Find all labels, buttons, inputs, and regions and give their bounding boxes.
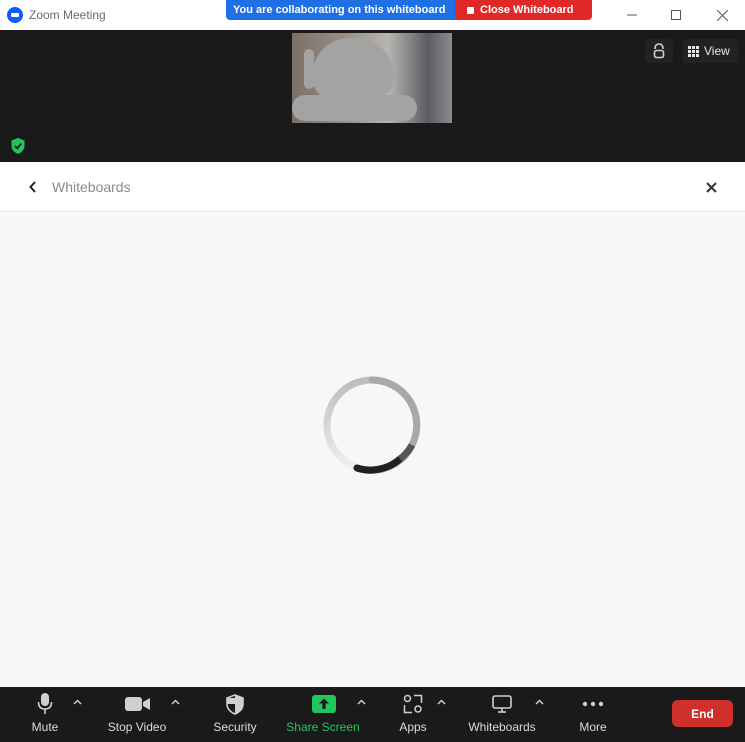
chevron-up-icon xyxy=(170,699,180,705)
meeting-toolbar: Mute Stop Video Security Share Screen Ap… xyxy=(0,687,745,742)
stop-video-label: Stop Video xyxy=(107,720,167,734)
redaction-shape xyxy=(292,95,417,121)
whiteboards-button[interactable]: Whiteboards xyxy=(464,687,540,742)
apps-options-button[interactable] xyxy=(435,697,447,707)
zoom-logo-icon xyxy=(7,7,23,23)
video-options-button[interactable] xyxy=(169,697,181,707)
close-whiteboard-label: Close Whiteboard xyxy=(480,4,574,16)
video-camera-icon xyxy=(125,697,150,711)
apps-icon xyxy=(403,694,423,714)
share-screen-label: Share Screen xyxy=(286,720,360,734)
whiteboards-options-button[interactable] xyxy=(533,697,545,707)
whiteboards-title: Whiteboards xyxy=(52,179,131,195)
apps-button[interactable]: Apps xyxy=(392,687,434,742)
mute-options-button[interactable] xyxy=(71,697,83,707)
window-title: Zoom Meeting xyxy=(29,8,106,22)
microphone-icon xyxy=(37,693,53,714)
encryption-shield-icon[interactable] xyxy=(10,137,26,160)
window-close-button[interactable] xyxy=(699,0,745,30)
chevron-up-icon xyxy=(356,699,366,705)
security-label: Security xyxy=(213,720,257,734)
chevron-up-icon xyxy=(534,699,544,705)
grid-icon xyxy=(688,45,699,57)
whiteboard-icon xyxy=(492,695,512,713)
chevron-left-icon xyxy=(29,181,36,193)
whiteboards-label: Whiteboards xyxy=(468,720,536,734)
window-titlebar: Zoom Meeting You are collaborating on th… xyxy=(0,0,745,30)
stop-icon xyxy=(467,6,474,14)
shield-icon xyxy=(226,693,244,715)
share-options-button[interactable] xyxy=(355,697,367,707)
participant-video-thumbnail[interactable] xyxy=(292,33,452,123)
share-screen-icon xyxy=(311,695,336,713)
mute-button[interactable]: Mute xyxy=(22,687,68,742)
whiteboards-content xyxy=(0,212,745,687)
whiteboards-close-button[interactable] xyxy=(702,178,720,196)
minimize-button[interactable] xyxy=(609,0,655,30)
close-icon xyxy=(705,181,717,193)
end-meeting-button[interactable]: End xyxy=(672,700,733,727)
stop-video-button[interactable]: Stop Video xyxy=(104,687,170,742)
share-screen-button[interactable]: Share Screen xyxy=(284,687,364,742)
loading-spinner-icon xyxy=(323,376,421,474)
close-whiteboard-button[interactable]: Close Whiteboard xyxy=(455,0,592,20)
apps-label: Apps xyxy=(399,720,427,734)
view-button[interactable]: View xyxy=(682,39,738,63)
chevron-up-icon xyxy=(72,699,82,705)
immersive-icon xyxy=(653,43,665,59)
view-label: View xyxy=(704,44,730,58)
chevron-up-icon xyxy=(436,699,446,705)
back-button[interactable] xyxy=(24,178,42,196)
security-button[interactable]: Security xyxy=(208,687,262,742)
close-icon xyxy=(716,9,728,21)
video-strip: View xyxy=(0,30,745,162)
redaction-shape xyxy=(312,38,394,102)
collaboration-banner: You are collaborating on this whiteboard… xyxy=(226,0,592,20)
minimize-icon xyxy=(627,14,637,16)
more-label: More xyxy=(579,720,607,734)
more-button[interactable]: More xyxy=(573,687,613,742)
immersive-view-button[interactable] xyxy=(645,39,673,63)
shield-check-icon xyxy=(11,138,25,154)
mute-label: Mute xyxy=(31,720,59,734)
whiteboards-header: Whiteboards xyxy=(0,162,745,212)
maximize-button[interactable] xyxy=(653,0,699,30)
collaboration-banner-text: You are collaborating on this whiteboard xyxy=(226,0,455,20)
more-dots-icon xyxy=(582,701,604,707)
maximize-icon xyxy=(671,10,681,20)
